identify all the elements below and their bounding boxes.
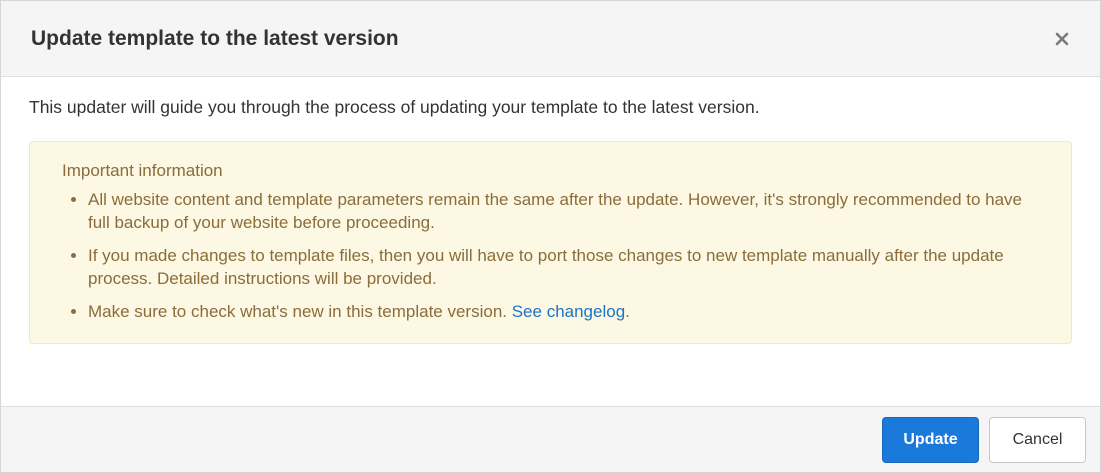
alert-title: Important information xyxy=(62,161,223,180)
dialog-header: Update template to the latest version xyxy=(1,1,1100,77)
close-icon xyxy=(1055,32,1069,45)
dialog-title: Update template to the latest version xyxy=(31,26,399,50)
info-item-changelog: Make sure to check what's new in this te… xyxy=(88,300,1045,323)
cancel-button[interactable]: Cancel xyxy=(989,416,1086,463)
dialog-body: This updater will guide you through the … xyxy=(1,77,1100,407)
info-item-backup: All website content and template paramet… xyxy=(88,188,1045,234)
info-item-port-changes: If you made changes to template files, t… xyxy=(88,244,1045,290)
close-button[interactable] xyxy=(1048,25,1076,53)
see-changelog-link[interactable]: See changelog xyxy=(512,302,625,321)
update-button[interactable]: Update xyxy=(882,416,979,463)
dialog-footer: Update Cancel xyxy=(1,406,1100,472)
info-list: All website content and template paramet… xyxy=(62,188,1045,323)
update-template-dialog: Update template to the latest version Th… xyxy=(0,0,1101,473)
important-info-alert: Important information All website conten… xyxy=(29,141,1072,344)
intro-text: This updater will guide you through the … xyxy=(29,97,760,117)
